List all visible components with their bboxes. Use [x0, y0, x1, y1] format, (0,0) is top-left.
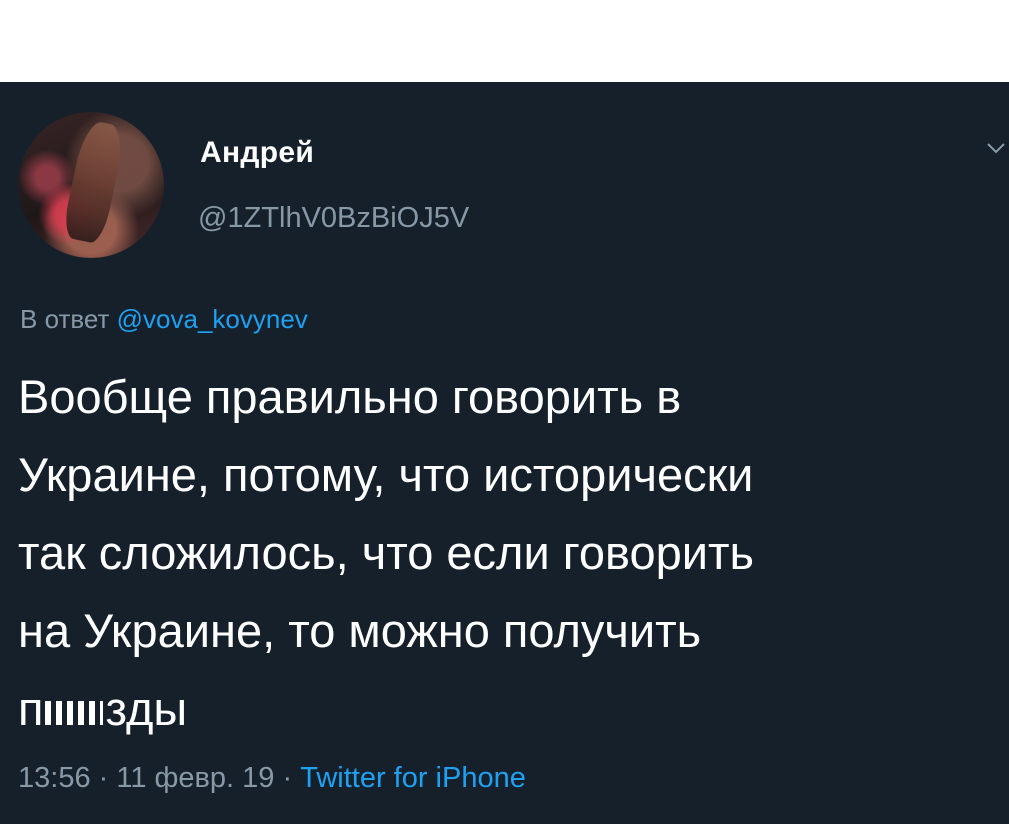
meta-separator: ·	[274, 762, 301, 794]
tweet-text-line: на Украине, то можно получить	[18, 604, 702, 657]
avatar-figure	[60, 118, 128, 246]
avatar[interactable]	[18, 112, 164, 258]
reply-mention-link[interactable]: @vova_kovynev	[117, 304, 308, 334]
tweet-text-line: Вообще правильно говорить в	[18, 370, 682, 423]
reply-prefix: В ответ	[20, 304, 117, 334]
tweet-text: Вообще правильно говорить в Украине, пот…	[18, 358, 993, 748]
censor-bar	[45, 700, 104, 725]
tweet-text-line: так сложилось, что если говорить	[18, 526, 755, 579]
last-line-end: зды	[105, 682, 188, 735]
meta-separator: ·	[90, 762, 117, 794]
username[interactable]: @1ZTlhV0BzBiOJ5V	[198, 202, 469, 235]
tweet-time: 13:56	[18, 762, 91, 794]
tweet-source-link[interactable]: Twitter for iPhone	[300, 762, 526, 794]
display-name[interactable]: Андрей	[200, 136, 314, 170]
reply-context: В ответ @vova_kovynev	[20, 304, 308, 335]
tweet-card: Андрей @1ZTlhV0BzBiOJ5V В ответ @vova_ko…	[0, 82, 1009, 824]
tweet-meta: 13:56 · 11 февр. 19 · Twitter for iPhone	[18, 762, 526, 795]
tweet-text-line: Украине, потому, что исторически	[18, 448, 754, 501]
chevron-down-icon[interactable]	[986, 138, 1006, 160]
last-line-start: п	[18, 682, 44, 735]
tweet-date: 11 февр. 19	[116, 762, 275, 794]
page: Андрей @1ZTlhV0BzBiOJ5V В ответ @vova_ko…	[0, 0, 1009, 824]
tweet-text-line-last: п зды	[18, 670, 993, 748]
